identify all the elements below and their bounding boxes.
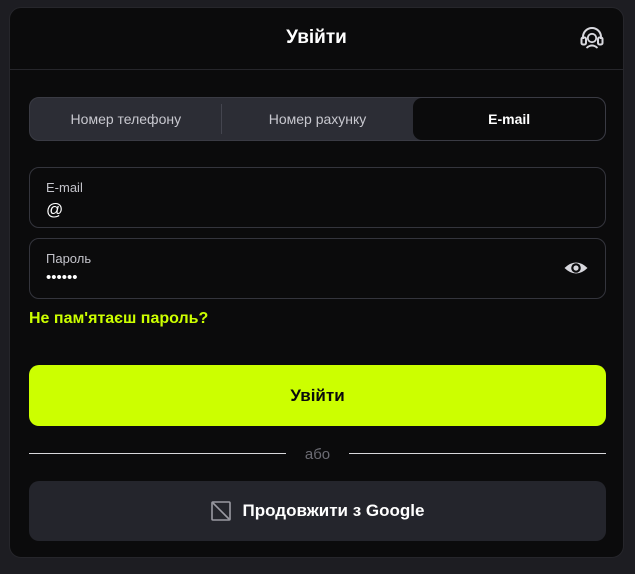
broken-image-icon	[210, 501, 231, 521]
divider-line-right	[349, 453, 606, 454]
email-field[interactable]: E-mail @	[29, 167, 606, 228]
password-value: ••••••	[46, 269, 78, 286]
password-field[interactable]: Пароль ••••••	[29, 238, 606, 299]
eye-icon[interactable]	[563, 258, 589, 278]
google-login-button[interactable]: Продовжити з Google	[29, 481, 606, 541]
divider-text: або	[304, 446, 331, 463]
tab-phone[interactable]: Номер телефону	[30, 98, 222, 140]
email-value: @	[46, 200, 64, 219]
forgot-password-link[interactable]: Не пам'ятаєш пароль?	[29, 310, 208, 328]
password-label: Пароль	[46, 251, 92, 266]
tab-email[interactable]: E-mail	[413, 98, 605, 140]
modal-header: Увійти	[10, 8, 623, 70]
login-modal: Увійти Номер телефону Номер рахунку E-ma…	[9, 7, 624, 558]
login-button[interactable]: Увійти	[29, 365, 606, 426]
login-method-tabs: Номер телефону Номер рахунку E-mail	[29, 97, 606, 141]
or-divider: або	[29, 444, 606, 464]
tab-account[interactable]: Номер рахунку	[222, 98, 414, 140]
page-title: Увійти	[286, 27, 347, 48]
email-label: E-mail	[46, 180, 83, 195]
headset-icon[interactable]	[579, 25, 605, 51]
google-button-label: Продовжити з Google	[242, 501, 425, 520]
